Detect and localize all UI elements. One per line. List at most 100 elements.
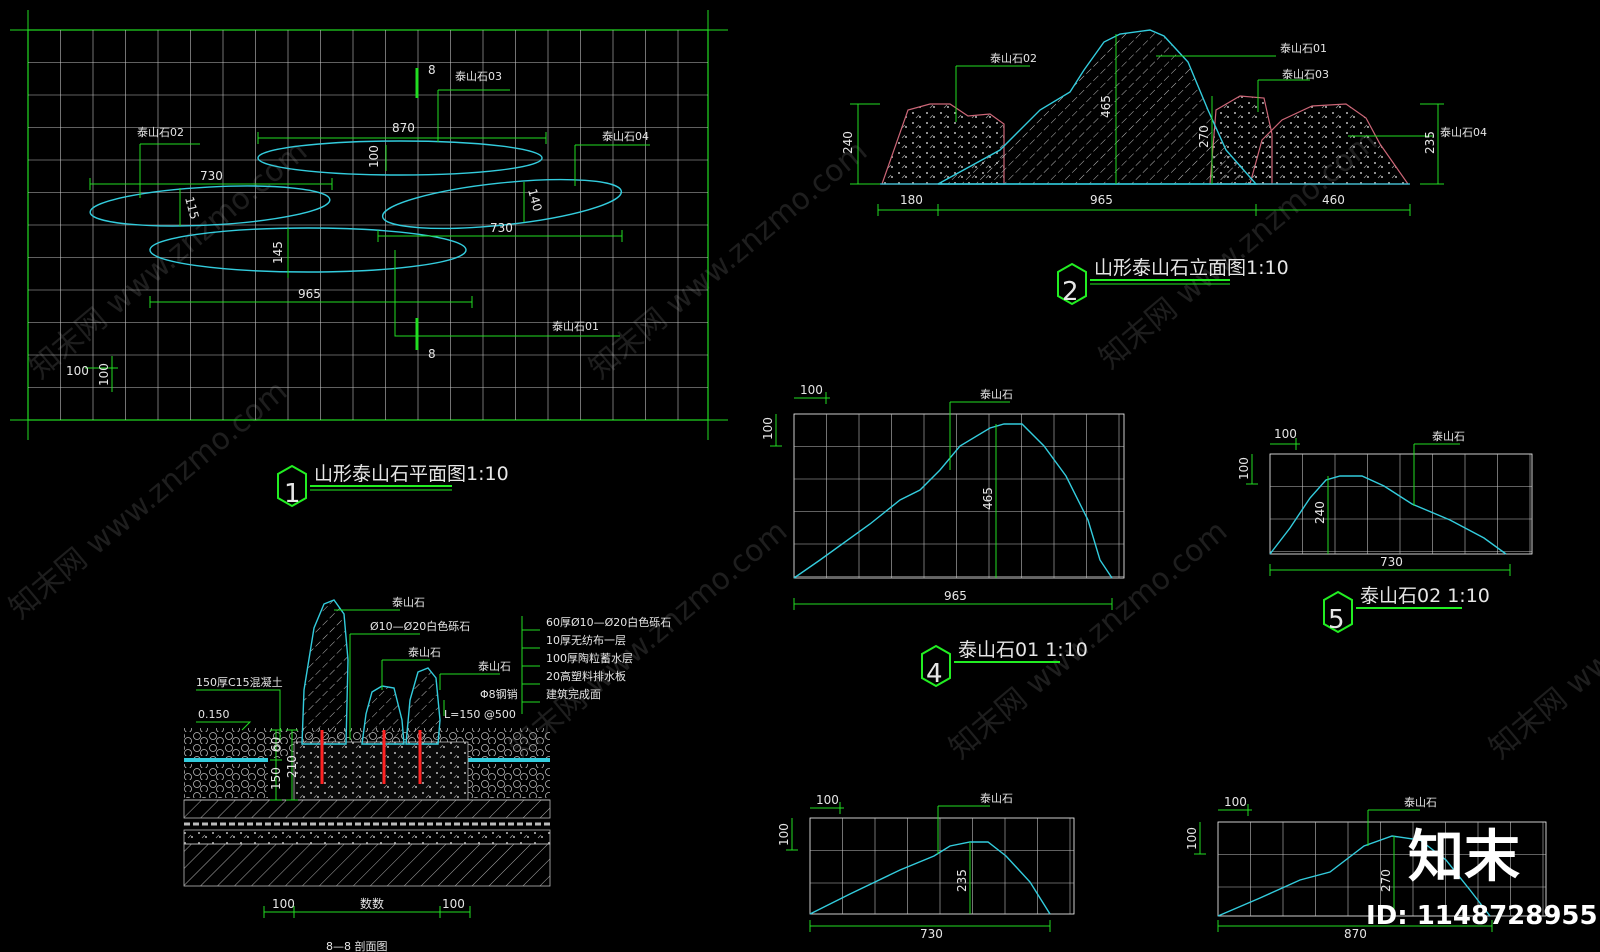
elevation-view: 240 465 270 235 180 965 460 泰山石02 泰山石01 …	[841, 29, 1487, 307]
label-stone-02: 泰山石02	[137, 125, 184, 139]
detail-frame	[809, 817, 1075, 915]
dim-150: 150	[269, 767, 283, 790]
stone-01-detail: 100 100 465 965 泰山石 4 泰山石01 1:10	[761, 383, 1125, 689]
detail-grid	[1270, 454, 1532, 554]
grid-dim: 100	[1274, 427, 1297, 441]
dim-240: 240	[841, 131, 855, 154]
dim-width: 965	[944, 589, 967, 603]
section-mark-label: 8	[428, 63, 436, 77]
dim-235: 235	[1423, 131, 1437, 154]
grid-dim: 100	[97, 363, 111, 386]
view-number: 5	[1328, 605, 1345, 635]
layer-label: 60厚Ø10—Ø20白色砾石	[546, 615, 671, 629]
dim-965: 965	[1090, 193, 1113, 207]
dim-140: 140	[525, 187, 544, 213]
stone-profile	[1269, 475, 1507, 555]
stone-03-detail: 100 100 235 730 泰山石	[777, 791, 1075, 941]
rock-04-elevation	[1249, 103, 1410, 185]
dim-730: 730	[200, 169, 223, 183]
rock-01-elevation	[937, 29, 1258, 185]
detail-grid	[810, 818, 1074, 914]
view-number: 2	[1062, 277, 1079, 307]
detail-dimensions	[770, 392, 1113, 610]
dim-width: 730	[920, 927, 943, 941]
dim-height: 270	[1379, 869, 1393, 892]
asset-id: ID: 1148728955	[1366, 901, 1598, 931]
dim-width: 870	[1344, 927, 1367, 941]
layer-label: 20高塑料排水板	[546, 669, 626, 683]
section-title: 8—8 剖面图	[326, 939, 388, 952]
label-rebar-spec: L=150 @500	[444, 708, 516, 721]
layer-label: 建筑完成面	[546, 687, 601, 701]
view-title: 山形泰山石平面图1:10	[314, 463, 509, 485]
section-view: 泰山石 Ø10—Ø20白色砾石 泰山石 泰山石 150厚C15混凝土 0.150…	[183, 595, 671, 952]
detail-frame	[1269, 453, 1533, 555]
grid-dim: 100	[816, 793, 839, 807]
view-title: 泰山石01 1:10	[958, 639, 1088, 661]
dim-270: 270	[1197, 125, 1211, 148]
screed-layer	[183, 829, 551, 845]
dim-100: 100	[442, 897, 465, 911]
detail-dimensions	[1246, 438, 1511, 576]
detail-grid	[794, 414, 1124, 578]
grid-dim: 100	[761, 417, 775, 440]
grid-dim: 100	[1185, 827, 1199, 850]
dim-460: 460	[1322, 193, 1345, 207]
dim-145: 145	[271, 241, 285, 264]
grid-dim: 100	[800, 383, 823, 397]
label-stone-04: 泰山石04	[1440, 125, 1487, 139]
dim-100: 100	[272, 897, 295, 911]
dim-60: 60	[269, 737, 283, 752]
layer-label: 100厚陶粒蓄水层	[546, 651, 633, 665]
label-stone-03: 泰山石03	[1282, 67, 1329, 81]
grid-dim: 100	[66, 364, 89, 378]
label-concrete: 150厚C15混凝土	[196, 675, 283, 689]
dim-210: 210	[285, 755, 299, 778]
stone-02-detail: 100 100 240 730 泰山石 5 泰山石02 1:10	[1237, 427, 1533, 635]
plan-view: 8 8 870 730 730 965 100 115 145 140 100 …	[10, 10, 728, 509]
dim-100: 100	[367, 145, 381, 168]
label-stone-01: 泰山石01	[1280, 41, 1327, 55]
label-stone-04: 泰山石04	[602, 129, 649, 143]
drain-board-layer	[183, 799, 551, 819]
view-number: 1	[284, 479, 301, 509]
dim-870: 870	[392, 121, 415, 135]
label-stone: 泰山石	[1432, 429, 1465, 443]
dim-730: 730	[490, 221, 513, 235]
watermark-text: 知末网 www.znzmo.com	[3, 374, 294, 626]
view-title: 泰山石02 1:10	[1360, 585, 1490, 607]
ceramsite-layer	[468, 764, 550, 798]
detail-frame	[793, 413, 1125, 579]
cad-drawing-canvas: 知末网 www.znzmo.com 知末网 www.znzmo.com 知末网 …	[3, 10, 1600, 952]
label-stone: 泰山石	[980, 387, 1013, 401]
label-stone: 泰山石	[980, 791, 1013, 805]
label-stone-b: 泰山石	[408, 645, 441, 659]
view-number: 4	[926, 659, 943, 689]
dim-height: 235	[955, 869, 969, 892]
dim-965: 965	[298, 287, 321, 301]
label-gravel: Ø10—Ø20白色砾石	[370, 619, 470, 633]
grid-dim: 100	[777, 823, 791, 846]
detail-dimensions	[786, 802, 1051, 932]
stone-profile	[809, 841, 1051, 915]
dim-width: 730	[1380, 555, 1403, 569]
label-stone-01: 泰山石01	[552, 319, 599, 333]
layer-label: 10厚无纺布一层	[546, 633, 626, 647]
concrete-base-hatch	[294, 742, 468, 800]
label-stone-02: 泰山石02	[990, 51, 1037, 65]
watermark-layer: 知末网 www.znzmo.com 知末网 www.znzmo.com 知末网 …	[3, 124, 1600, 766]
brand-logo: 知末	[1408, 825, 1520, 890]
view-title: 山形泰山石立面图1:10	[1094, 257, 1289, 279]
label-stone: 泰山石	[1404, 795, 1437, 809]
dim-115: 115	[182, 195, 201, 221]
ceramsite-layer	[184, 764, 268, 798]
dim-mid: 数数	[360, 896, 384, 911]
section-mark-label: 8	[428, 347, 436, 361]
brand-watermark: 知末 ID: 1148728955	[1366, 825, 1598, 931]
label-stone-a: 泰山石	[392, 595, 425, 609]
label-stone-c: 泰山石	[478, 659, 511, 673]
label-level: 0.150	[198, 708, 230, 721]
section-stone-short	[405, 667, 441, 745]
structure-slab	[183, 843, 551, 887]
grid-dim: 100	[1237, 457, 1251, 480]
